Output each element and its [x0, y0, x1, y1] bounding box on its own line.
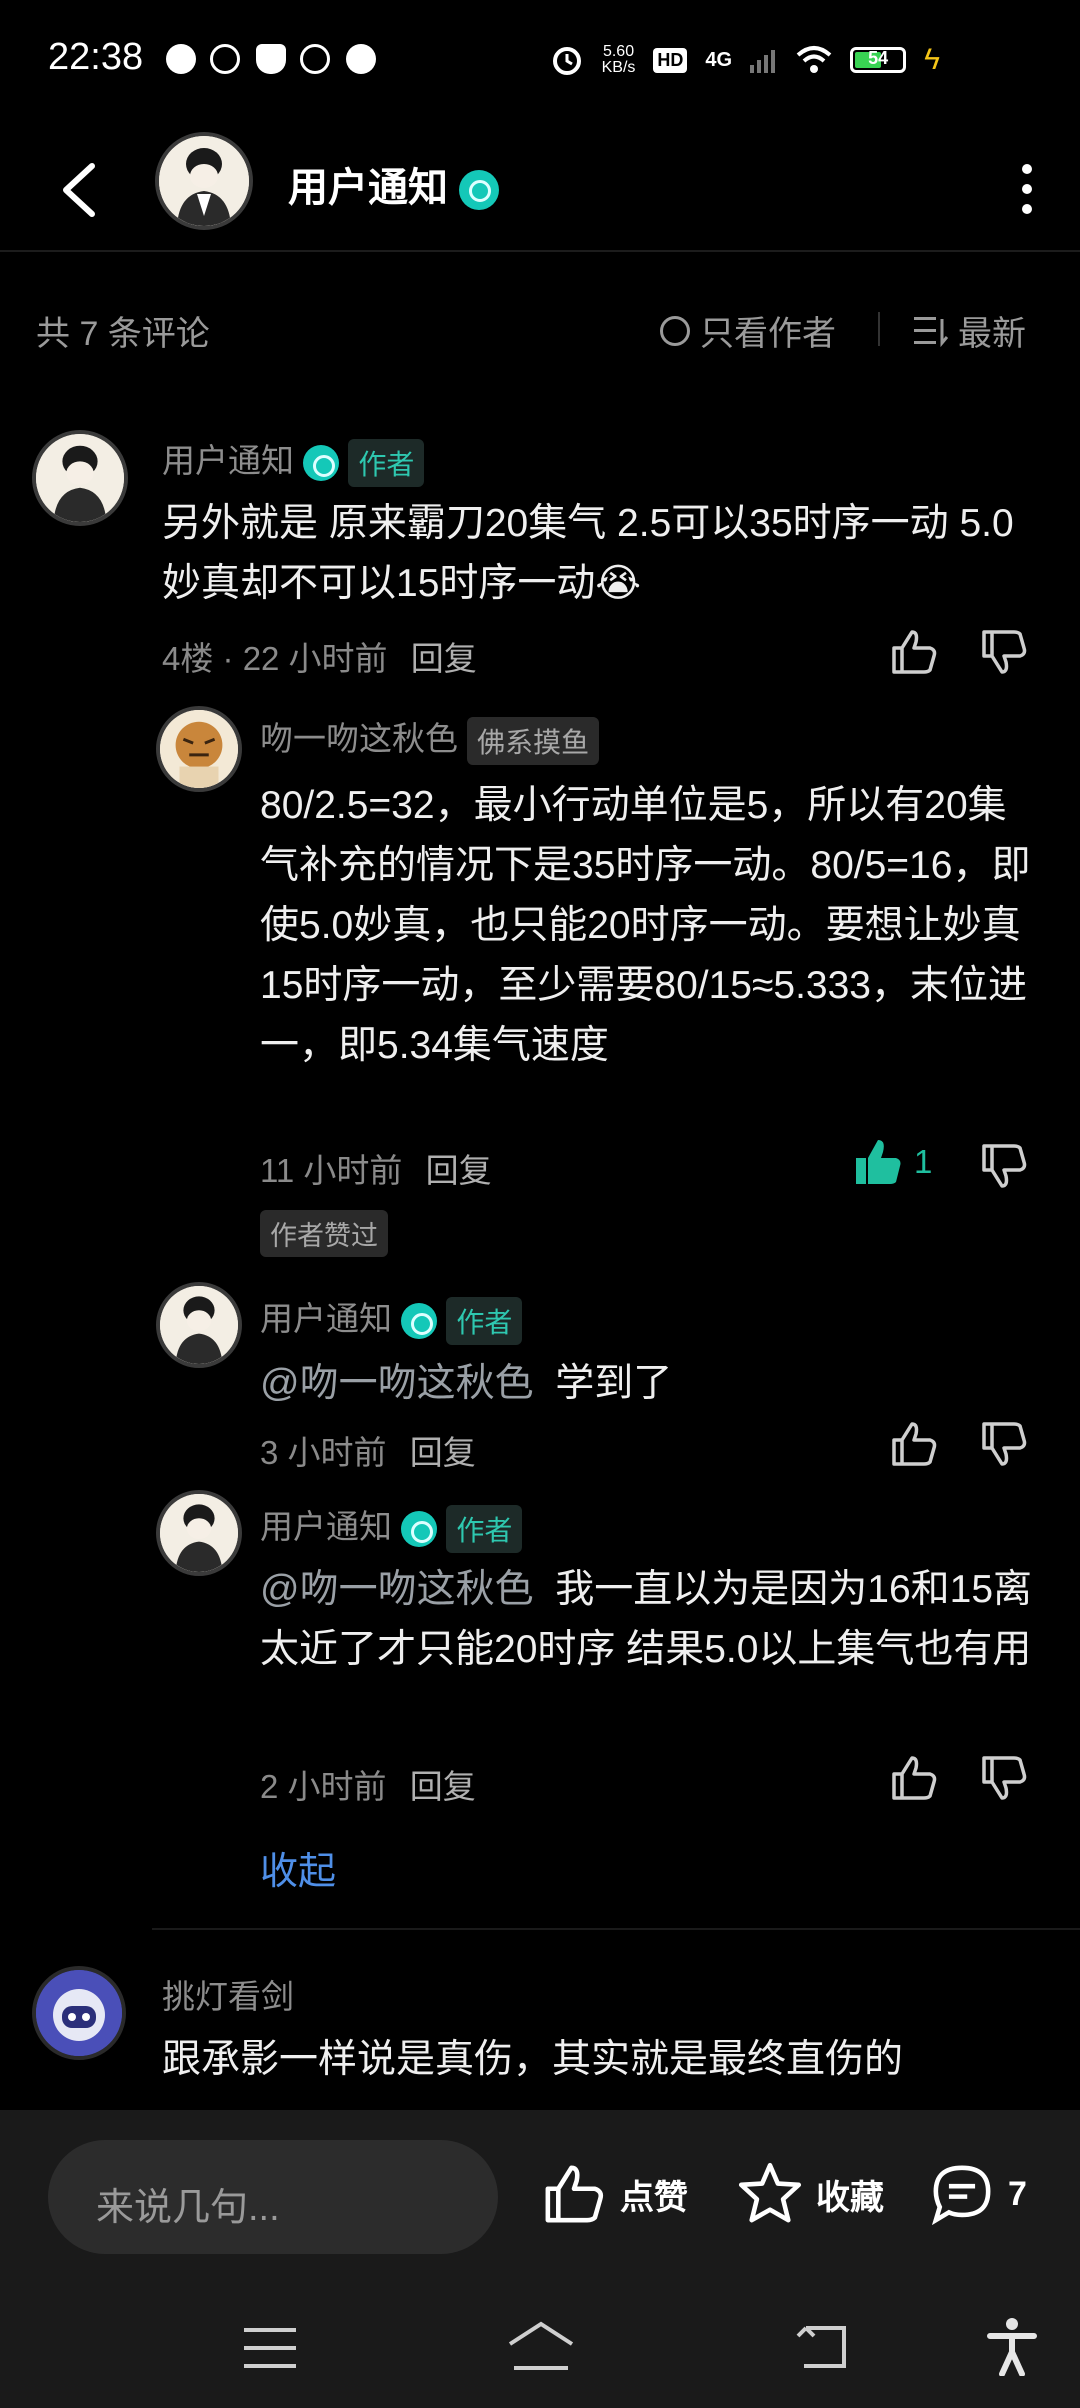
author-badge: 作者 — [446, 1297, 523, 1346]
comment-author[interactable]: 用户通知 作者 — [162, 434, 425, 488]
jovi-icon — [210, 44, 240, 74]
back-nav-icon[interactable] — [796, 2322, 850, 2372]
sort-icon — [914, 316, 948, 347]
status-time: 22:38 — [48, 36, 144, 78]
accessibility-icon[interactable] — [986, 2316, 1038, 2376]
collapse-replies-button[interactable]: 收起 — [260, 1840, 336, 1895]
like-count: 1 — [914, 1143, 933, 1180]
alarm-icon — [552, 47, 581, 75]
comment-meta: 11 小时前 回复 — [260, 1152, 492, 1189]
divider — [878, 312, 880, 346]
reply-button[interactable]: 回复 — [426, 1152, 492, 1189]
avatar[interactable] — [156, 706, 242, 792]
app-icon — [300, 44, 330, 74]
comments-button[interactable]: 7 — [928, 2154, 1027, 2234]
battery-icon: 54 — [850, 47, 907, 73]
verified-icon — [401, 1303, 438, 1340]
wifi-icon — [796, 46, 832, 73]
top-app-bar: 用户通知 — [0, 120, 1080, 252]
like-button[interactable]: 点赞 — [540, 2154, 688, 2234]
dislike-icon[interactable] — [978, 1418, 1030, 1470]
like-icon[interactable] — [888, 1752, 940, 1804]
reply-button[interactable]: 回复 — [410, 1434, 476, 1471]
favorite-button[interactable]: 收藏 — [736, 2154, 884, 2234]
avatar[interactable] — [156, 1490, 242, 1576]
avatar[interactable] — [32, 1966, 126, 2060]
hd-badge: HD — [653, 47, 688, 73]
radio-circle-icon — [660, 315, 690, 346]
like-icon[interactable] — [888, 626, 940, 678]
author-badge: 作者 — [446, 1505, 523, 1554]
like-icon — [545, 2165, 604, 2223]
comment-text: @吻一吻这秋色 学到了 — [260, 1362, 673, 1405]
comment-count: 共 7 条评论 — [36, 315, 210, 353]
comment-action-bar: 来说几句... 点赞 收藏 7 — [0, 2110, 1080, 2290]
wechat-icon — [166, 44, 196, 74]
net-speed: 5.60 KB/s — [601, 43, 636, 76]
mention-link[interactable]: @吻一吻这秋色 — [260, 1362, 534, 1405]
comment-text: 跟承影一样说是真伤，其实就是最终直伤的 — [162, 2038, 904, 2081]
like-button-active[interactable]: 1 — [852, 1136, 932, 1188]
charging-icon: ϟ — [924, 43, 940, 76]
comment-text: 另外就是 原来霸刀20集气 2.5可以35时序一动 5.0妙真却不可以15时序一… — [162, 502, 1014, 605]
message-icon — [346, 44, 376, 74]
like-icon[interactable] — [888, 1418, 940, 1470]
divider — [152, 1928, 1080, 1930]
system-nav-bar — [0, 2290, 1080, 2408]
menu-icon[interactable] — [244, 2326, 296, 2370]
reply-button[interactable]: 回复 — [410, 1768, 476, 1805]
verified-icon — [401, 1511, 438, 1548]
mention-link[interactable]: @吻一吻这秋色 — [260, 1568, 534, 1611]
comment-author[interactable]: 挑灯看剑 — [162, 1970, 294, 2018]
user-badge: 佛系摸鱼 — [467, 717, 600, 766]
verified-icon — [303, 445, 340, 482]
shield-icon — [256, 44, 286, 74]
header-avatar[interactable] — [155, 132, 253, 230]
star-icon — [738, 2162, 802, 2223]
dislike-icon[interactable] — [978, 1752, 1030, 1804]
dislike-icon[interactable] — [978, 626, 1030, 678]
comment-sort-bar: 共 7 条评论 只看作者 最新 — [0, 290, 1080, 360]
signal-icon — [750, 50, 776, 73]
comment-author[interactable]: 用户通知 作者 — [260, 1292, 523, 1346]
comment-text: @吻一吻这秋色 我一直以为是因为16和15离太近了才只能20时序 结果5.0以上… — [260, 1568, 1033, 1671]
author-only-toggle[interactable]: 只看作者 — [660, 306, 836, 355]
home-icon[interactable] — [506, 2320, 576, 2374]
author-liked-badge: 作者赞过 — [260, 1210, 388, 1257]
status-right: 5.60 KB/s HD 4G 54 ϟ — [550, 40, 940, 80]
dislike-icon[interactable] — [978, 1140, 1030, 1192]
comment-meta: 4楼 · 22 小时前 回复 — [162, 640, 477, 677]
comment-meta: 3 小时前 回复 — [260, 1434, 476, 1471]
reply-button[interactable]: 回复 — [411, 640, 477, 677]
comment-meta: 2 小时前 回复 — [260, 1768, 476, 1805]
sort-latest-button[interactable]: 最新 — [914, 306, 1026, 355]
comment-input[interactable]: 来说几句... — [48, 2140, 498, 2254]
network-type: 4G — [705, 48, 733, 71]
avatar[interactable] — [156, 1282, 242, 1368]
back-arrow-icon[interactable] — [56, 160, 104, 220]
page-title: 用户通知 — [288, 155, 500, 213]
verified-icon — [459, 170, 500, 211]
avatar[interactable] — [32, 430, 128, 526]
more-options-icon[interactable] — [1020, 160, 1034, 214]
like-filled-icon — [856, 1140, 901, 1184]
comment-author[interactable]: 吻一吻这秋色 佛系摸鱼 — [260, 712, 600, 766]
comment-author[interactable]: 用户通知 作者 — [260, 1500, 523, 1554]
author-badge: 作者 — [348, 439, 425, 488]
comment-bubble-icon — [931, 2165, 991, 2226]
status-bar: 22:38 5.60 KB/s HD 4G 54 ϟ — [0, 0, 1080, 120]
comment-text: 80/2.5=32，最小行动单位是5，所以有20集气补充的情况下是35时序一动。… — [260, 784, 1031, 1067]
